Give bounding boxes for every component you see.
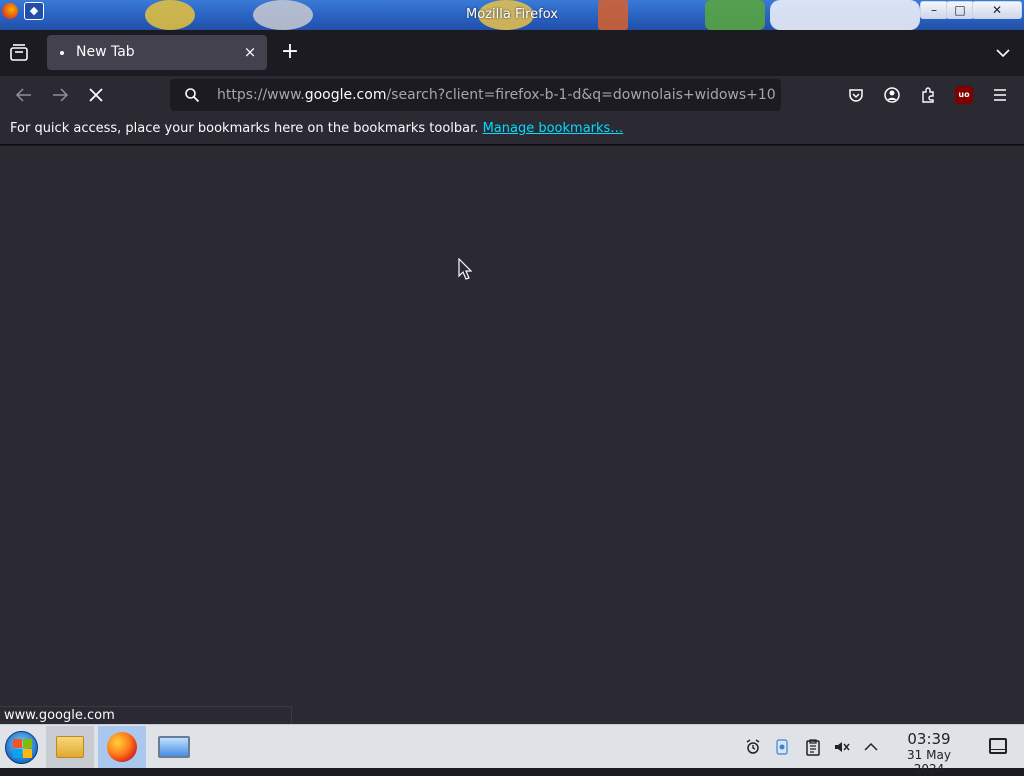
chevron-up-icon[interactable] <box>862 738 880 756</box>
firefox-icon <box>107 732 137 762</box>
minimize-button[interactable]: – <box>920 1 948 19</box>
forward-icon[interactable] <box>49 84 71 106</box>
start-menu-button[interactable] <box>5 731 38 764</box>
pocket-icon[interactable] <box>847 86 865 104</box>
extensions-icon[interactable] <box>919 86 937 104</box>
account-icon[interactable] <box>883 86 901 104</box>
windows-logo-icon <box>23 739 32 748</box>
taskbar-remote-desktop[interactable] <box>150 726 198 768</box>
remote-desktop-icon <box>158 736 190 758</box>
taskbar-file-manager[interactable] <box>46 726 94 768</box>
volume-muted-icon[interactable] <box>833 738 851 756</box>
list-all-tabs-chevron-down-icon[interactable] <box>994 44 1012 62</box>
alarm-icon[interactable] <box>744 738 762 756</box>
url-scheme: https://www. <box>217 87 305 103</box>
firefox-view-icon[interactable] <box>8 42 30 64</box>
window-title: Mozilla Firefox <box>466 7 558 22</box>
status-panel: www.google.com <box>0 706 292 724</box>
manage-bookmarks-link[interactable]: Manage bookmarks… <box>483 121 624 136</box>
ublock-icon[interactable]: uo <box>955 86 973 104</box>
bookmarks-hint-text: For quick access, place your bookmarks h… <box>10 121 479 136</box>
new-tab-button[interactable]: + <box>279 41 301 64</box>
bookmarks-toolbar: For quick access, place your bookmarks h… <box>0 114 1024 145</box>
file-manager-icon <box>56 736 84 758</box>
clipboard-icon[interactable] <box>804 738 822 756</box>
bookmarks-empty-message: For quick access, place your bookmarks h… <box>10 121 623 136</box>
clock-time[interactable]: 03:39 <box>890 730 968 748</box>
windows-logo-icon <box>13 739 22 748</box>
taskbar: 03:39 31 May 2024 <box>0 724 1024 776</box>
url-host: google.com <box>304 87 387 103</box>
menu-icon[interactable] <box>991 86 1009 104</box>
clock-date[interactable]: 31 May 2024 <box>890 748 968 776</box>
url-bar[interactable]: https://www.google.com/search?client=fir… <box>170 79 781 111</box>
close-window-button[interactable]: ✕ <box>972 1 1022 19</box>
url-path: /search?client=firefox-b-1-d&q=downolais… <box>386 87 776 103</box>
tab-new-tab[interactable]: New Tab × <box>47 35 267 70</box>
network-icon[interactable] <box>773 738 791 756</box>
close-tab-button[interactable]: × <box>241 43 259 61</box>
taskbar-firefox[interactable] <box>98 726 146 768</box>
tab-strip: New Tab × + <box>0 30 1024 76</box>
windows-logo-icon <box>23 749 32 758</box>
url-text[interactable]: https://www.google.com/search?client=fir… <box>217 87 777 103</box>
page-content[interactable]: www.google.com <box>0 146 1024 724</box>
loading-dot-icon <box>60 51 64 55</box>
tab-title: New Tab <box>76 44 135 60</box>
maximize-button[interactable]: □ <box>946 1 974 19</box>
window-titlebar[interactable]: ◆ Mozilla Firefox – □ ✕ <box>0 0 1024 30</box>
back-icon[interactable] <box>13 84 35 106</box>
navigation-toolbar: https://www.google.com/search?client=fir… <box>0 76 1024 114</box>
mouse-cursor-icon <box>458 258 472 280</box>
stop-icon[interactable] <box>85 84 107 106</box>
windows-logo-icon <box>13 749 22 758</box>
search-icon <box>185 88 200 103</box>
show-desktop-icon[interactable] <box>989 738 1007 754</box>
